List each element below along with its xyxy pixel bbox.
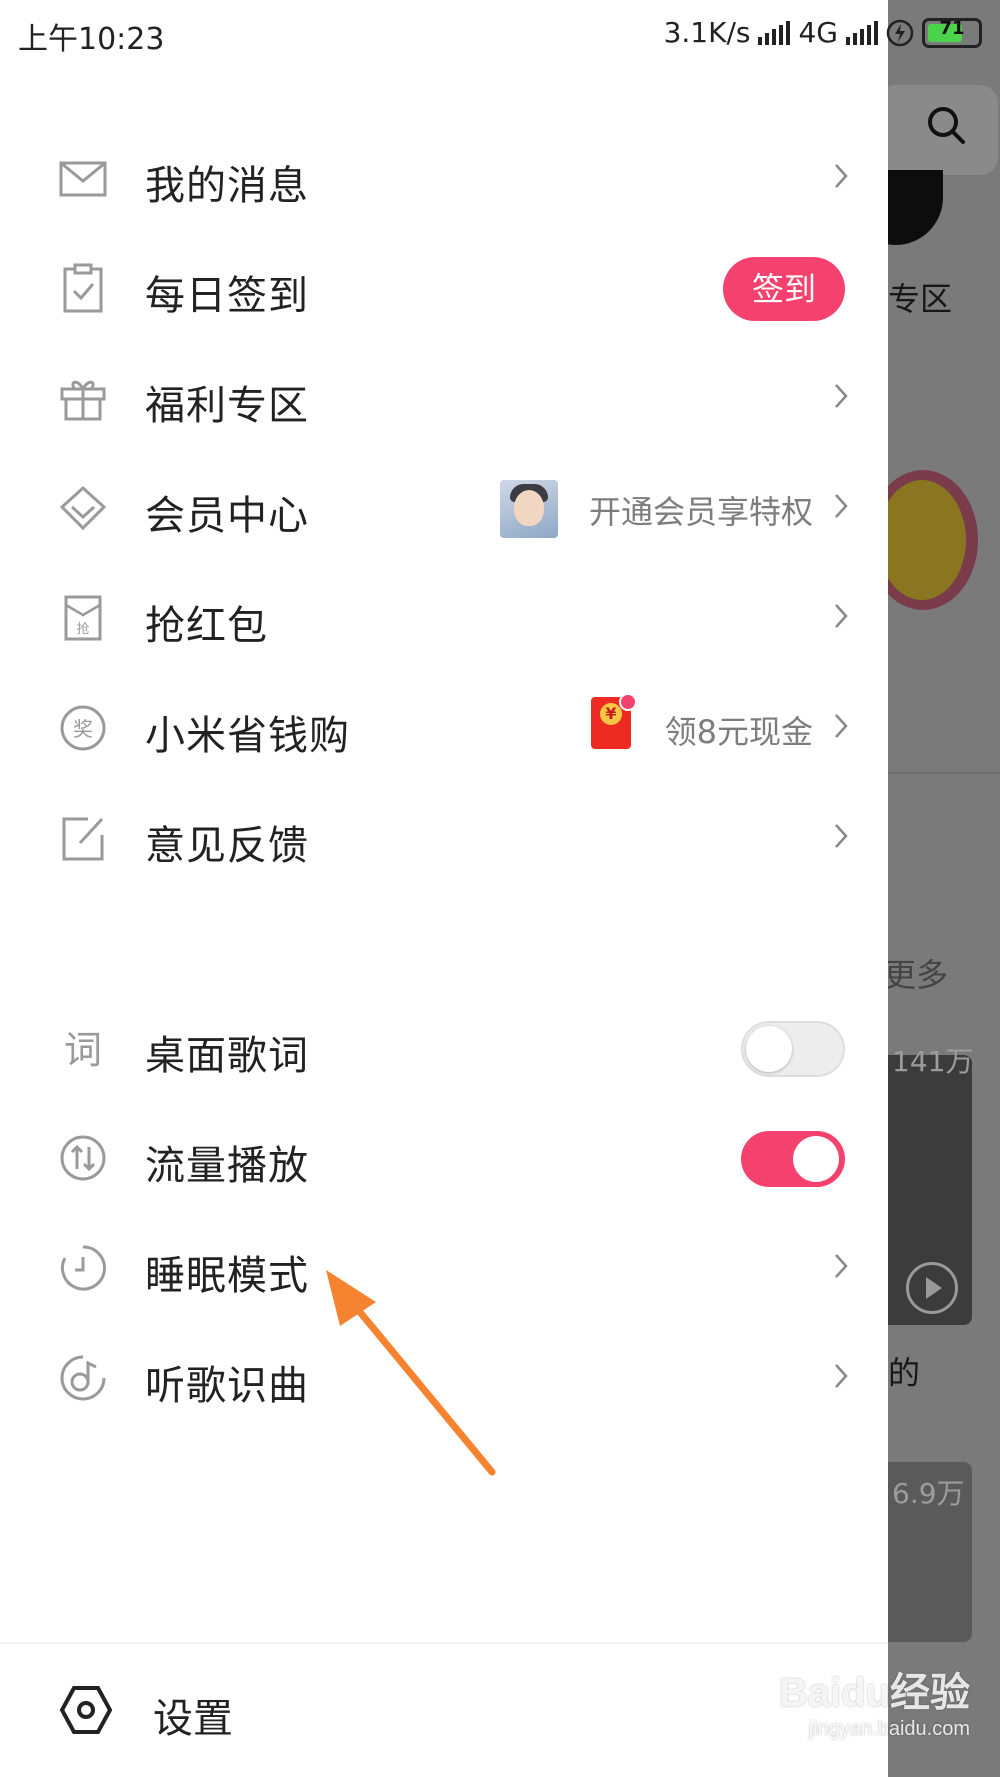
battery-icon: 71 (922, 17, 982, 48)
menu-item-checkin[interactable]: 每日签到 签到 (0, 233, 888, 343)
checkin-button[interactable]: 签到 (723, 257, 845, 321)
menu-item-label: 抢红包 (145, 603, 268, 649)
menu-item-label: 福利专区 (145, 383, 309, 429)
menu-item-data-playback[interactable]: 流量播放 (0, 1103, 888, 1213)
settings-hexagon-icon (59, 1686, 113, 1734)
xiaomi-hint: 领8元现金 (664, 713, 813, 751)
red-envelope-icon: ¥ (591, 693, 637, 749)
charging-icon (886, 19, 914, 46)
mail-icon (59, 161, 107, 197)
menu-item-label: 听歌识曲 (145, 1363, 309, 1409)
svg-text:抢: 抢 (76, 621, 89, 637)
vip-hint: 开通会员享特权 (588, 493, 813, 531)
watermark-brand: Baidu经验 (778, 1671, 970, 1715)
menu-item-label: 我的消息 (145, 163, 309, 209)
reward-icon: 奖 (60, 705, 106, 751)
status-bar: 上午10:23 3.1K/s 4G 71 (0, 0, 1000, 70)
footer-divider (0, 1642, 888, 1644)
search-icon (928, 107, 965, 144)
menu-item-label: 每日签到 (145, 273, 309, 319)
network-type: 4G (798, 16, 838, 49)
menu-item-xiaomi-shop[interactable]: 奖 小米省钱购 ¥ 领8元现金 (0, 673, 888, 783)
chevron-right-icon (835, 824, 848, 848)
menu-item-label: 小米省钱购 (145, 713, 350, 759)
chevron-right-icon (835, 164, 848, 188)
chevron-right-icon (835, 1364, 848, 1388)
menu-item-label: 流量播放 (145, 1143, 309, 1189)
desktop-lyrics-toggle[interactable] (741, 1021, 845, 1077)
background-avatar (888, 170, 943, 245)
menu-item-messages[interactable]: 我的消息 (0, 123, 888, 233)
diamond-icon (59, 485, 107, 531)
menu-item-welfare[interactable]: 福利专区 (0, 343, 888, 453)
side-drawer: 我的消息 每日签到 签到 福利专区 会员中心 开通会员享特权 抢 抢红包 奖 小… (0, 0, 888, 1777)
data-playback-toggle[interactable] (741, 1131, 845, 1187)
chevron-right-icon (835, 1254, 848, 1278)
drawer-footer: 设置 (0, 1642, 888, 1777)
menu-item-label: 睡眠模式 (145, 1253, 309, 1299)
vip-promo-avatar (500, 480, 558, 538)
menu-item-feedback[interactable]: 意见反馈 (0, 783, 888, 893)
lyrics-icon: 词 (64, 1028, 102, 1072)
menu-item-red-packet[interactable]: 抢 抢红包 (0, 563, 888, 673)
background-zone-label: 专区 (888, 280, 953, 318)
background-play-count: 141万 (892, 1045, 974, 1078)
signal-icon (758, 20, 791, 45)
chevron-right-icon (835, 714, 848, 738)
background-more-link: 更多 (888, 956, 949, 994)
clipboard-check-icon (63, 263, 103, 313)
chevron-right-icon (835, 604, 848, 628)
watermark-url: jingyan.baidu.com (808, 1718, 970, 1740)
menu-item-label: 意见反馈 (145, 823, 309, 869)
background-play-count-2: 6.9万 (892, 1477, 965, 1510)
music-recognition-icon (60, 1355, 106, 1401)
baidu-watermark: Baidu经验 jingyan.baidu.com (779, 1660, 970, 1741)
background-divider (888, 772, 1000, 774)
play-icon (906, 1262, 958, 1314)
menu-item-vip[interactable]: 会员中心 开通会员享特权 (0, 453, 888, 563)
red-packet-icon: 抢 (64, 595, 102, 641)
clock-icon (60, 1245, 106, 1291)
signal-icon-2 (846, 20, 878, 45)
menu-item-desktop-lyrics[interactable]: 词 桌面歌词 (0, 993, 888, 1103)
gift-icon (60, 380, 106, 421)
chevron-right-icon (835, 494, 848, 518)
edit-icon (62, 817, 104, 861)
status-time: 上午10:23 (18, 22, 165, 57)
net-speed: 3.1K/s (663, 16, 751, 49)
svg-text:词: 词 (64, 1028, 102, 1072)
background-app: 专区 更多 141万 的 6.9万 (888, 0, 1000, 1777)
settings-label: 设置 (153, 1696, 233, 1742)
data-traffic-icon (60, 1135, 106, 1181)
menu-item-label: 桌面歌词 (145, 1033, 309, 1079)
svg-text:奖: 奖 (73, 717, 93, 741)
menu-item-song-recognition[interactable]: 听歌识曲 (0, 1323, 888, 1433)
menu-item-label: 会员中心 (145, 493, 309, 539)
chevron-right-icon (835, 384, 848, 408)
menu-item-sleep-mode[interactable]: 睡眠模式 (0, 1213, 888, 1323)
background-song-title: 的 (888, 1354, 921, 1392)
